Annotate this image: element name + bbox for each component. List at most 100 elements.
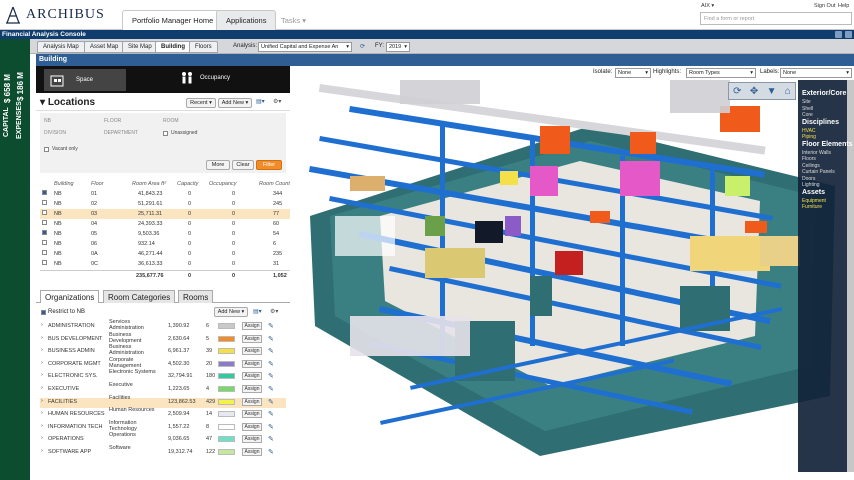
row-checkbox[interactable] (42, 240, 47, 245)
row-checkbox[interactable] (42, 200, 47, 205)
org-add-new-button[interactable]: Add New ▾ (214, 307, 248, 317)
col-room-count[interactable]: Room Count (259, 181, 290, 187)
close-icon[interactable] (845, 31, 852, 38)
layer-item[interactable]: Shell (802, 106, 813, 112)
division-field[interactable]: DIVISION (44, 130, 66, 136)
expand-icon[interactable]: › (41, 385, 43, 391)
location-row[interactable]: NB 0C 36,613.33 0 0 31 (40, 259, 290, 269)
assign-button[interactable]: Assign (242, 397, 262, 406)
color-swatch[interactable] (218, 398, 235, 405)
org-row[interactable]: › ADMINISTRATION Services Administration 1,… (40, 319, 286, 332)
edit-icon[interactable]: ✎ (268, 335, 274, 343)
filter-button[interactable]: Filter (256, 160, 282, 170)
assign-button[interactable]: Assign (242, 410, 262, 419)
search-input[interactable]: Find a form or report (700, 12, 852, 25)
color-swatch[interactable] (218, 386, 235, 392)
clear-button[interactable]: Clear (232, 160, 254, 170)
location-row[interactable]: NB 06 932.14 0 0 6 (40, 239, 290, 249)
vacant-only-checkbox[interactable] (44, 147, 49, 152)
layer-item[interactable]: Interior Walls (802, 150, 831, 156)
expand-icon[interactable]: › (41, 360, 43, 366)
unassigned-checkbox[interactable] (163, 131, 168, 136)
edit-icon[interactable]: ✎ (268, 385, 274, 393)
isolate-select[interactable]: None ▾ (615, 68, 651, 78)
layer-group-disciplines[interactable]: Disciplines (802, 119, 839, 126)
col-capacity[interactable]: Capacity (177, 181, 198, 187)
color-swatch[interactable] (218, 360, 235, 367)
recent-button[interactable]: Recent ▾ (186, 98, 216, 108)
tab-applications[interactable]: Applications (216, 10, 277, 30)
row-checkbox[interactable] (42, 190, 47, 195)
org-row[interactable]: › BUSINESS ADMIN Business Administration 6,… (40, 344, 286, 357)
location-row[interactable]: NB 01 41,843.23 0 0 344 (40, 189, 290, 199)
location-row[interactable]: NB 05 9,503.36 0 0 54 (40, 229, 290, 239)
tab-room-categories[interactable]: Room Categories (103, 290, 176, 303)
edit-icon[interactable]: ✎ (268, 360, 274, 368)
tab-site-map[interactable]: Site Map (122, 41, 158, 53)
location-row[interactable]: NB 0A 46,271.44 0 0 235 (40, 249, 290, 259)
expand-icon[interactable]: › (41, 372, 43, 378)
expand-icon[interactable]: › (41, 398, 43, 404)
department-field[interactable]: DEPARTMENT (104, 130, 138, 136)
org-row[interactable]: › OPERATIONS Operations 9,036.65 47 Assign ✎ (40, 432, 286, 445)
layer-item[interactable]: Doors (802, 176, 815, 182)
color-swatch[interactable] (218, 423, 235, 430)
location-row[interactable]: NB 04 24,393.33 0 0 60 (40, 219, 290, 229)
row-checkbox[interactable] (42, 220, 47, 225)
layer-item[interactable]: HVAC (802, 128, 816, 134)
color-swatch[interactable] (218, 323, 235, 329)
org-row[interactable]: › SOFTWARE APP Software 19,312.74 122 Assign ✎ (40, 445, 286, 458)
nb-field[interactable]: NB (44, 118, 51, 124)
assign-button[interactable]: Assign (242, 372, 262, 381)
layer-item[interactable]: Floors (802, 156, 816, 162)
layer-item[interactable]: Lighting (802, 182, 820, 188)
orbit-icon[interactable]: ⟳ (733, 86, 741, 97)
expand-icon[interactable]: › (41, 322, 43, 328)
edit-icon[interactable]: ✎ (268, 410, 274, 418)
tab-portfolio-home[interactable]: Portfolio Manager Home (122, 10, 224, 30)
org-export-icon[interactable]: ▤▾ (253, 308, 262, 315)
fy-select[interactable]: 2019 ▾ (386, 42, 410, 52)
layer-item[interactable]: Equipment (802, 198, 826, 204)
assign-button[interactable]: Assign (242, 448, 262, 456)
org-row[interactable]: › ELECTRONIC SYS. Electronic Systems 32,794… (40, 369, 286, 382)
building-model-view[interactable] (290, 66, 854, 472)
expand-icon[interactable]: › (41, 335, 43, 341)
org-gear-icon[interactable]: ⚙▾ (270, 308, 278, 315)
edit-icon[interactable]: ✎ (268, 398, 274, 406)
color-swatch[interactable] (218, 373, 235, 380)
expand-icon[interactable]: › (41, 423, 43, 429)
edit-icon[interactable]: ✎ (268, 372, 274, 380)
gear-icon[interactable]: ⚙▾ (273, 98, 281, 105)
assign-button[interactable]: Assign (242, 334, 262, 343)
expand-icon[interactable]: › (41, 448, 43, 454)
layer-group-assets[interactable]: Assets (802, 189, 825, 196)
space-mode-tab[interactable]: Space (44, 69, 126, 91)
col-building[interactable]: Building (54, 181, 74, 187)
home-icon[interactable]: ⌂ (785, 86, 791, 97)
org-row[interactable]: › EXECUTIVE Executive 1,223.65 4 Assign ✎ (40, 382, 286, 395)
assign-button[interactable]: Assign (242, 422, 262, 431)
location-row[interactable]: NB 02 51,291.61 0 0 245 (40, 199, 290, 209)
color-swatch[interactable] (218, 449, 235, 455)
add-new-button[interactable]: Add New ▾ (218, 98, 252, 108)
analysis-select[interactable]: Unified Capital and Expense An ▾ (258, 42, 352, 52)
layer-item[interactable]: Core (802, 112, 813, 118)
tab-rooms[interactable]: Rooms (178, 290, 214, 303)
color-swatch[interactable] (218, 348, 235, 355)
signout-link[interactable]: Sign Out (814, 3, 835, 9)
export-icon[interactable]: ▤▾ (256, 98, 265, 105)
assign-button[interactable]: Assign (242, 347, 262, 356)
tab-analysis-map[interactable]: Analysis Map (37, 41, 85, 53)
tab-building[interactable]: Building (155, 41, 191, 53)
org-row[interactable]: › HUMAN RESOURCES Human Resources 2,509.94 1… (40, 407, 286, 420)
archibus-logo[interactable]: ARCHIBUS (4, 6, 105, 24)
edit-icon[interactable]: ✎ (268, 435, 274, 443)
assign-button[interactable]: Assign (242, 359, 262, 368)
edit-icon[interactable]: ✎ (268, 322, 274, 330)
tab-asset-map[interactable]: Asset Map (84, 41, 125, 53)
pan-icon[interactable]: ✥ (750, 86, 758, 97)
layer-item[interactable]: Site (802, 99, 811, 105)
user-menu[interactable]: AIX ▾ (701, 3, 714, 9)
refresh-icon[interactable]: ⟳ (360, 43, 365, 50)
